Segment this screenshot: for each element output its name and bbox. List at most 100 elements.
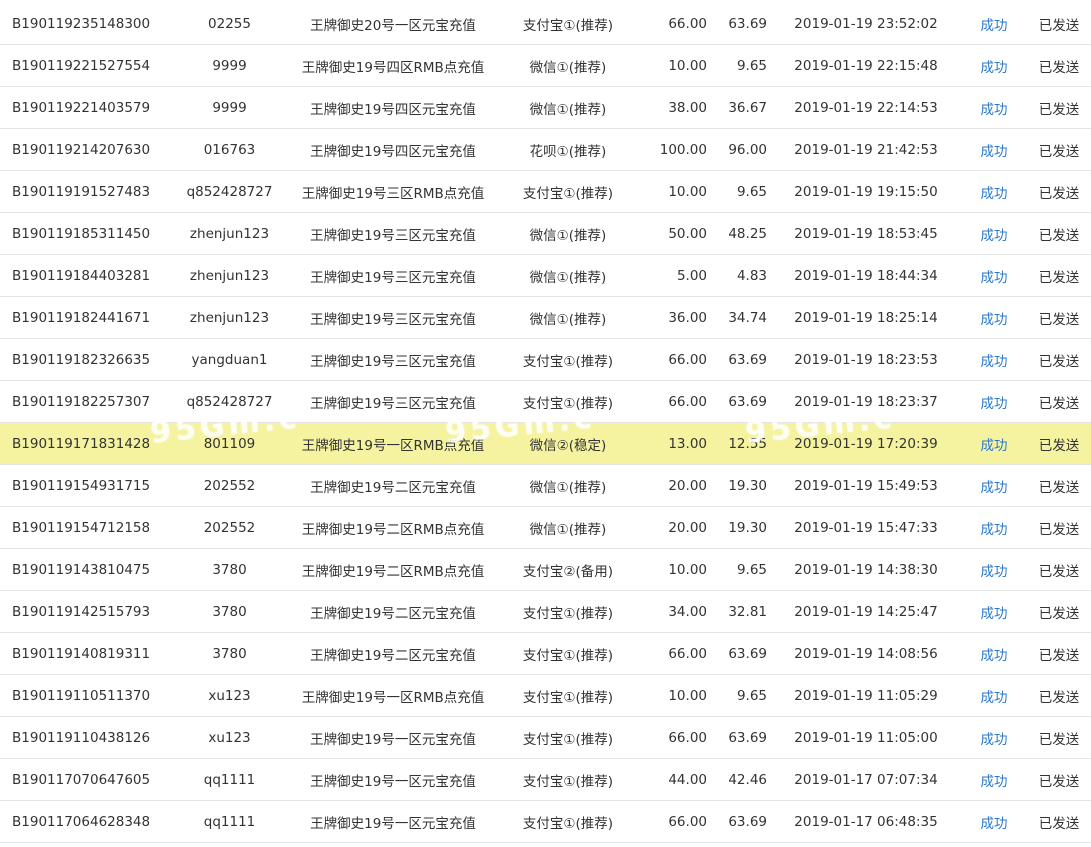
product-cell: 王牌御史19号二区RMB点充值	[287, 548, 499, 591]
table-row: B190119182441671 zhenjun123 王牌御史19号三区元宝充值微…	[0, 296, 1091, 339]
order-id-cell: B190119110511370	[0, 674, 172, 717]
product-cell: 王牌御史20号一区元宝充值	[287, 3, 499, 45]
order-time-cell: 2019-01-19 19:15:50	[771, 170, 961, 213]
status-link[interactable]: 成功	[961, 3, 1027, 45]
product-cell: 王牌御史19号二区元宝充值	[287, 632, 499, 675]
shipping-status-cell: 已发送	[1027, 758, 1091, 801]
status-link[interactable]: 成功	[961, 800, 1027, 843]
product-cell: 王牌御史19号四区RMB点充值	[287, 44, 499, 87]
shipping-status-cell: 已发送	[1027, 422, 1091, 465]
product-cell: 王牌御史19号三区元宝充值	[287, 338, 499, 381]
amount-cell: 66.00	[637, 632, 711, 675]
shipping-status-cell: 已发送	[1027, 170, 1091, 213]
order-id-cell: B190117064628348	[0, 800, 172, 843]
paid-amount-cell: 96.00	[711, 128, 771, 171]
status-link[interactable]: 成功	[961, 632, 1027, 675]
order-id-cell: B190119154931715	[0, 464, 172, 507]
paid-amount-cell: 42.46	[711, 758, 771, 801]
paid-amount-cell: 9.65	[711, 170, 771, 213]
payment-method-cell: 支付宝①(推荐)	[499, 758, 637, 801]
order-id-cell: B190119221403579	[0, 86, 172, 129]
table-row: B190119221527554 9999 王牌御史19号四区RMB点充值 微信①(推…	[0, 44, 1091, 87]
account-cell: 801109	[172, 422, 287, 465]
product-cell: 王牌御史19号一区元宝充值	[287, 800, 499, 843]
table-row: B190119184403281 zhenjun123 王牌御史19号三区元宝充值微…	[0, 254, 1091, 297]
shipping-status-cell: 已发送	[1027, 590, 1091, 633]
status-link[interactable]: 成功	[961, 212, 1027, 255]
status-link[interactable]: 成功	[961, 548, 1027, 591]
shipping-status-cell: 已发送	[1027, 212, 1091, 255]
order-time-cell: 2019-01-19 14:08:56	[771, 632, 961, 675]
status-link[interactable]: 成功	[961, 464, 1027, 507]
amount-cell: 44.00	[637, 758, 711, 801]
table-row: B190119182326635 yangduan1 王牌御史19号三区元宝充值 支付…	[0, 338, 1091, 381]
product-cell: 王牌御史19号四区元宝充值	[287, 128, 499, 171]
order-id-cell: B190119154712158	[0, 506, 172, 549]
order-id-cell: B190119235148300	[0, 3, 172, 45]
account-cell: yangduan1	[172, 338, 287, 381]
status-link[interactable]: 成功	[961, 338, 1027, 381]
order-time-cell: 2019-01-19 18:23:37	[771, 380, 961, 423]
status-link[interactable]: 成功	[961, 296, 1027, 339]
shipping-status-cell: 已发送	[1027, 128, 1091, 171]
product-cell: 王牌御史19号一区RMB点充值	[287, 674, 499, 717]
paid-amount-cell: 63.69	[711, 800, 771, 843]
status-link[interactable]: 成功	[961, 44, 1027, 87]
amount-cell: 100.00	[637, 128, 711, 171]
status-link[interactable]: 成功	[961, 380, 1027, 423]
amount-cell: 10.00	[637, 44, 711, 87]
shipping-status-cell: 已发送	[1027, 44, 1091, 87]
shipping-status-cell: 已发送	[1027, 800, 1091, 843]
product-cell: 王牌御史19号一区RMB点充值	[287, 422, 499, 465]
order-time-cell: 2019-01-19 22:14:53	[771, 86, 961, 129]
payment-method-cell: 支付宝①(推荐)	[499, 3, 637, 45]
order-id-cell: B190119221527554	[0, 44, 172, 87]
table-row: B190119143810475 3780 王牌御史19号二区RMB点充值 支付宝②(…	[0, 548, 1091, 591]
status-link[interactable]: 成功	[961, 170, 1027, 213]
status-link[interactable]: 成功	[961, 716, 1027, 759]
shipping-status-cell: 已发送	[1027, 86, 1091, 129]
table-row: B190119191527483 q852428727 王牌御史19号三区RMB点充…	[0, 170, 1091, 213]
status-link[interactable]: 成功	[961, 422, 1027, 465]
paid-amount-cell: 32.81	[711, 590, 771, 633]
account-cell: qq1111	[172, 758, 287, 801]
amount-cell: 38.00	[637, 86, 711, 129]
status-link[interactable]: 成功	[961, 674, 1027, 717]
account-cell: 3780	[172, 632, 287, 675]
status-link[interactable]: 成功	[961, 254, 1027, 297]
table-row: B190119221403579 9999 王牌御史19号四区元宝充值 微信①(推荐)…	[0, 86, 1091, 129]
order-id-cell: B190119142515793	[0, 590, 172, 633]
order-time-cell: 2019-01-19 17:20:39	[771, 422, 961, 465]
status-link[interactable]: 成功	[961, 86, 1027, 129]
payment-method-cell: 微信①(推荐)	[499, 86, 637, 129]
payment-method-cell: 支付宝①(推荐)	[499, 800, 637, 843]
product-cell: 王牌御史19号一区元宝充值	[287, 716, 499, 759]
status-link[interactable]: 成功	[961, 758, 1027, 801]
payment-method-cell: 微信①(推荐)	[499, 44, 637, 87]
status-link[interactable]: 成功	[961, 506, 1027, 549]
status-link[interactable]: 成功	[961, 128, 1027, 171]
paid-amount-cell: 4.83	[711, 254, 771, 297]
amount-cell: 66.00	[637, 380, 711, 423]
table-row: B190119214207630 016763 王牌御史19号四区元宝充值 花呗①(推…	[0, 128, 1091, 171]
order-time-cell: 2019-01-19 18:23:53	[771, 338, 961, 381]
orders-table-body: B190119235148300 02255 王牌御史20号一区元宝充值 支付宝①(推…	[0, 3, 1091, 843]
shipping-status-cell: 已发送	[1027, 3, 1091, 45]
paid-amount-cell: 36.67	[711, 86, 771, 129]
account-cell: zhenjun123	[172, 296, 287, 339]
payment-method-cell: 支付宝①(推荐)	[499, 716, 637, 759]
account-cell: xu123	[172, 716, 287, 759]
order-time-cell: 2019-01-17 07:07:34	[771, 758, 961, 801]
order-id-cell: B190119182257307	[0, 380, 172, 423]
product-cell: 王牌御史19号一区元宝充值	[287, 758, 499, 801]
table-row: B190119185311450 zhenjun123 王牌御史19号三区元宝充值微…	[0, 212, 1091, 255]
amount-cell: 66.00	[637, 716, 711, 759]
shipping-status-cell: 已发送	[1027, 716, 1091, 759]
payment-method-cell: 微信②(稳定)	[499, 422, 637, 465]
status-link[interactable]: 成功	[961, 590, 1027, 633]
payment-method-cell: 微信①(推荐)	[499, 212, 637, 255]
shipping-status-cell: 已发送	[1027, 338, 1091, 381]
order-time-cell: 2019-01-19 11:05:29	[771, 674, 961, 717]
table-row: B190119140819311 3780 王牌御史19号二区元宝充值 支付宝①(推荐…	[0, 632, 1091, 675]
order-time-cell: 2019-01-19 23:52:02	[771, 3, 961, 45]
